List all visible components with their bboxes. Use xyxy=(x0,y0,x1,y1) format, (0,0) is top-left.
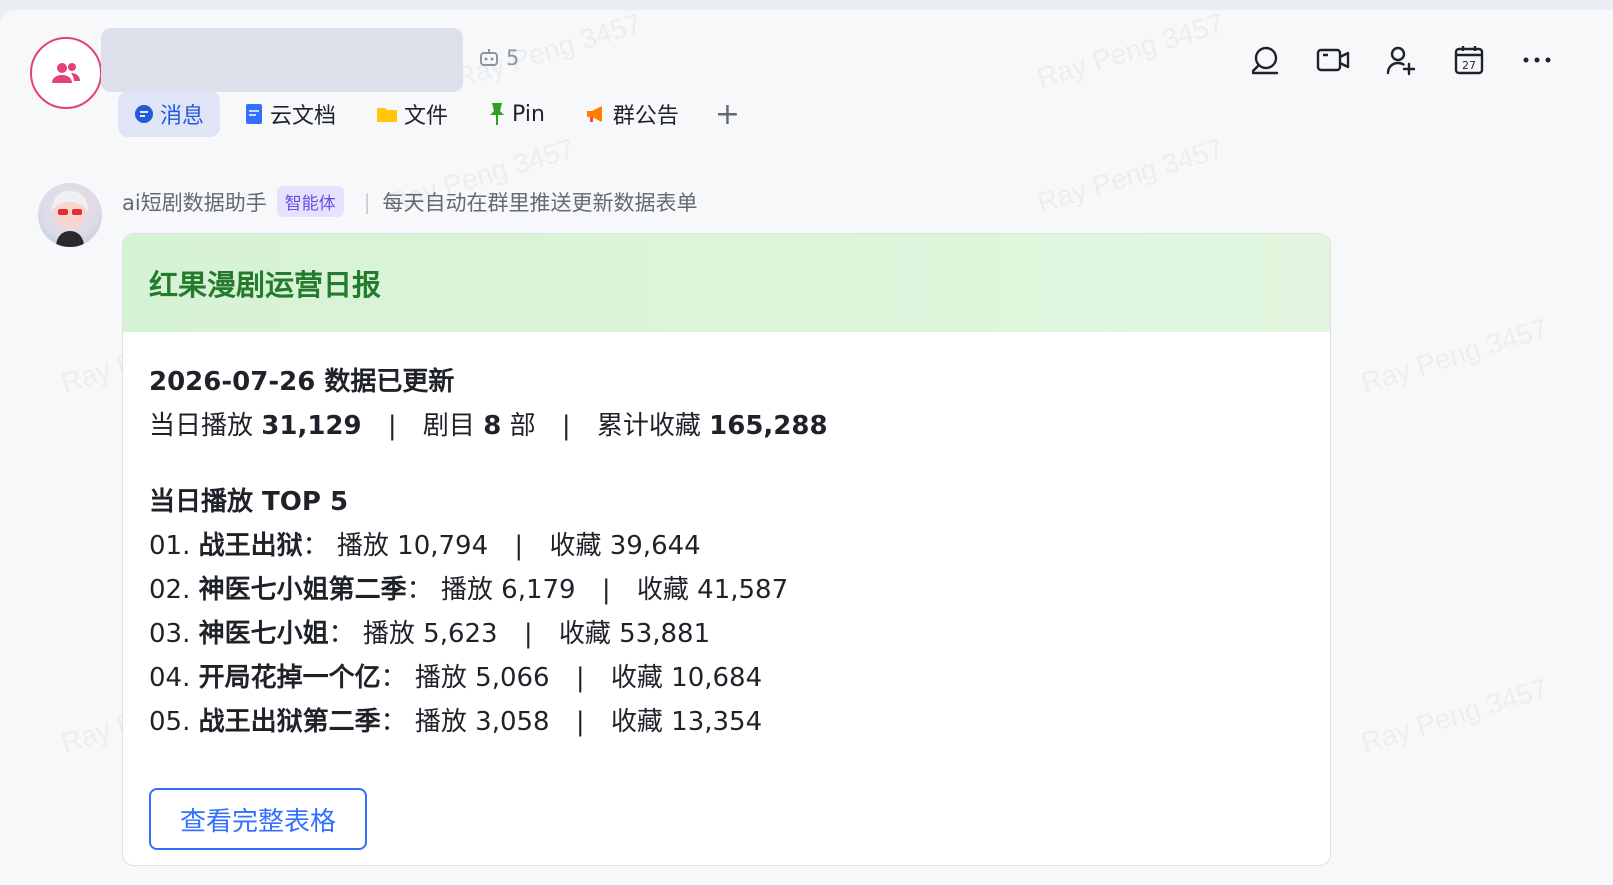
summary-fav-label: 累计收藏 xyxy=(596,411,701,441)
item-rank: 04. xyxy=(149,663,191,693)
top-list-item: 03. 神医七小姐： 播放 5,623 | 收藏 53,881 xyxy=(149,619,711,649)
top-list-title: 当日播放 TOP 5 xyxy=(149,487,349,517)
item-name: 战王出狱第二季 xyxy=(198,707,381,737)
bot-count-value: 5 xyxy=(506,46,520,70)
item-play: 播放 3,058 xyxy=(414,707,550,737)
video-call-icon xyxy=(1316,48,1350,72)
megaphone-icon xyxy=(586,106,602,122)
item-name: 开局花掉一个亿 xyxy=(198,663,381,693)
tab-announcement[interactable]: 群公告 xyxy=(569,91,695,137)
calendar-button[interactable]: 27 xyxy=(1435,40,1503,80)
item-name: 神医七小姐 xyxy=(198,619,329,649)
summary-play-value: 31,129 xyxy=(261,411,362,441)
item-rank: 02. xyxy=(149,575,191,605)
add-member-icon xyxy=(1386,46,1416,76)
tab-files[interactable]: 文件 xyxy=(360,91,464,137)
watermark: Ray Peng 3457 xyxy=(1034,10,1228,95)
tab-messages[interactable]: 消息 xyxy=(118,91,221,137)
summary-series-label: 剧目 xyxy=(422,411,475,441)
item-rank: 01. xyxy=(149,531,191,561)
bot-icon xyxy=(480,49,498,66)
item-play: 播放 6,179 xyxy=(440,575,576,605)
watermark: Ray Peng 3457 xyxy=(1034,132,1228,219)
calendar-icon: 27 xyxy=(1454,46,1484,75)
tab-pin[interactable]: Pin xyxy=(472,91,561,137)
item-play: 播放 5,066 xyxy=(414,663,550,693)
view-full-table-button[interactable]: 查看完整表格 xyxy=(149,788,367,850)
item-rank: 03. xyxy=(149,619,191,649)
top-list-item: 04. 开局花掉一个亿： 播放 5,066 | 收藏 10,684 xyxy=(149,663,763,693)
top-list-item: 02. 神医七小姐第二季： 播放 6,179 | 收藏 41,587 xyxy=(149,575,789,605)
summary-series-value: 8 xyxy=(483,411,502,441)
group-name-redacted xyxy=(101,28,463,92)
sender-avatar[interactable] xyxy=(38,183,102,247)
top-list-item: 05. 战王出狱第二季： 播放 3,058 | 收藏 13,354 xyxy=(149,707,763,737)
item-play: 播放 10,794 xyxy=(336,531,489,561)
tab-label: Pin xyxy=(512,101,545,127)
update-status: 2026-07-26 数据已更新 xyxy=(149,367,455,397)
bot-count[interactable]: 5 xyxy=(478,46,519,70)
item-fav: 收藏 10,684 xyxy=(610,663,763,693)
group-avatar[interactable] xyxy=(30,37,102,109)
separator: | xyxy=(363,189,371,214)
group-icon xyxy=(52,63,80,83)
item-name: 战王出狱 xyxy=(198,531,303,561)
tab-label: 消息 xyxy=(160,104,205,129)
tab-label: 文件 xyxy=(404,104,449,129)
pin-icon xyxy=(490,103,505,125)
sender-info: ai短剧数据助手 智能体 | 每天自动在群里推送更新数据表单 xyxy=(122,186,697,217)
more-icon xyxy=(1523,57,1551,63)
card-title: 红果漫剧运营日报 xyxy=(123,234,1330,332)
summary-fav-value: 165,288 xyxy=(709,411,828,441)
search-button[interactable] xyxy=(1231,40,1299,80)
item-play: 播放 5,623 xyxy=(362,619,498,649)
item-rank: 05. xyxy=(149,707,191,737)
avatar-image xyxy=(52,191,88,247)
video-call-button[interactable] xyxy=(1299,40,1367,80)
add-tab-button[interactable]: + xyxy=(703,97,752,132)
doc-icon xyxy=(246,104,263,124)
add-member-button[interactable] xyxy=(1367,40,1435,80)
chat-bubble-icon xyxy=(135,105,153,123)
report-card: 红果漫剧运营日报 2026-07-26 数据已更新 当日播放 31,129 | … xyxy=(122,233,1331,866)
item-fav: 收藏 39,644 xyxy=(549,531,701,561)
summary-series-unit: 部 xyxy=(509,411,536,441)
chat-tabs: 消息 云文档 文件 Pin 群公告 + xyxy=(118,91,752,137)
ai-agent-badge: 智能体 xyxy=(276,186,344,217)
sender-name[interactable]: ai短剧数据助手 xyxy=(122,187,267,217)
chat-window: Ray Peng 3457 Ray Peng 3457 Ray Peng 345… xyxy=(0,10,1613,885)
more-button[interactable] xyxy=(1503,40,1571,80)
item-fav: 收藏 13,354 xyxy=(610,707,763,737)
summary-play-label: 当日播放 xyxy=(149,411,254,441)
watermark: Ray Peng 3457 xyxy=(1358,672,1552,759)
tab-docs[interactable]: 云文档 xyxy=(228,91,352,137)
item-name: 神医七小姐第二季 xyxy=(198,575,407,605)
tab-label: 群公告 xyxy=(612,104,679,129)
item-fav: 收藏 41,587 xyxy=(636,575,789,605)
summary-line: 当日播放 31,129 | 剧目 8 部 | 累计收藏 165,288 xyxy=(149,411,828,441)
search-icon xyxy=(1251,46,1279,75)
sender-description: 每天自动在群里推送更新数据表单 xyxy=(382,190,698,215)
top-list-item: 01. 战王出狱： 播放 10,794 | 收藏 39,644 xyxy=(149,531,701,561)
tab-label: 云文档 xyxy=(270,104,337,129)
item-fav: 收藏 53,881 xyxy=(558,619,711,649)
header-actions: 27 xyxy=(1231,40,1571,80)
watermark: Ray Peng 3457 xyxy=(1358,312,1552,399)
folder-icon xyxy=(377,108,398,122)
calendar-day: 27 xyxy=(1462,59,1476,72)
